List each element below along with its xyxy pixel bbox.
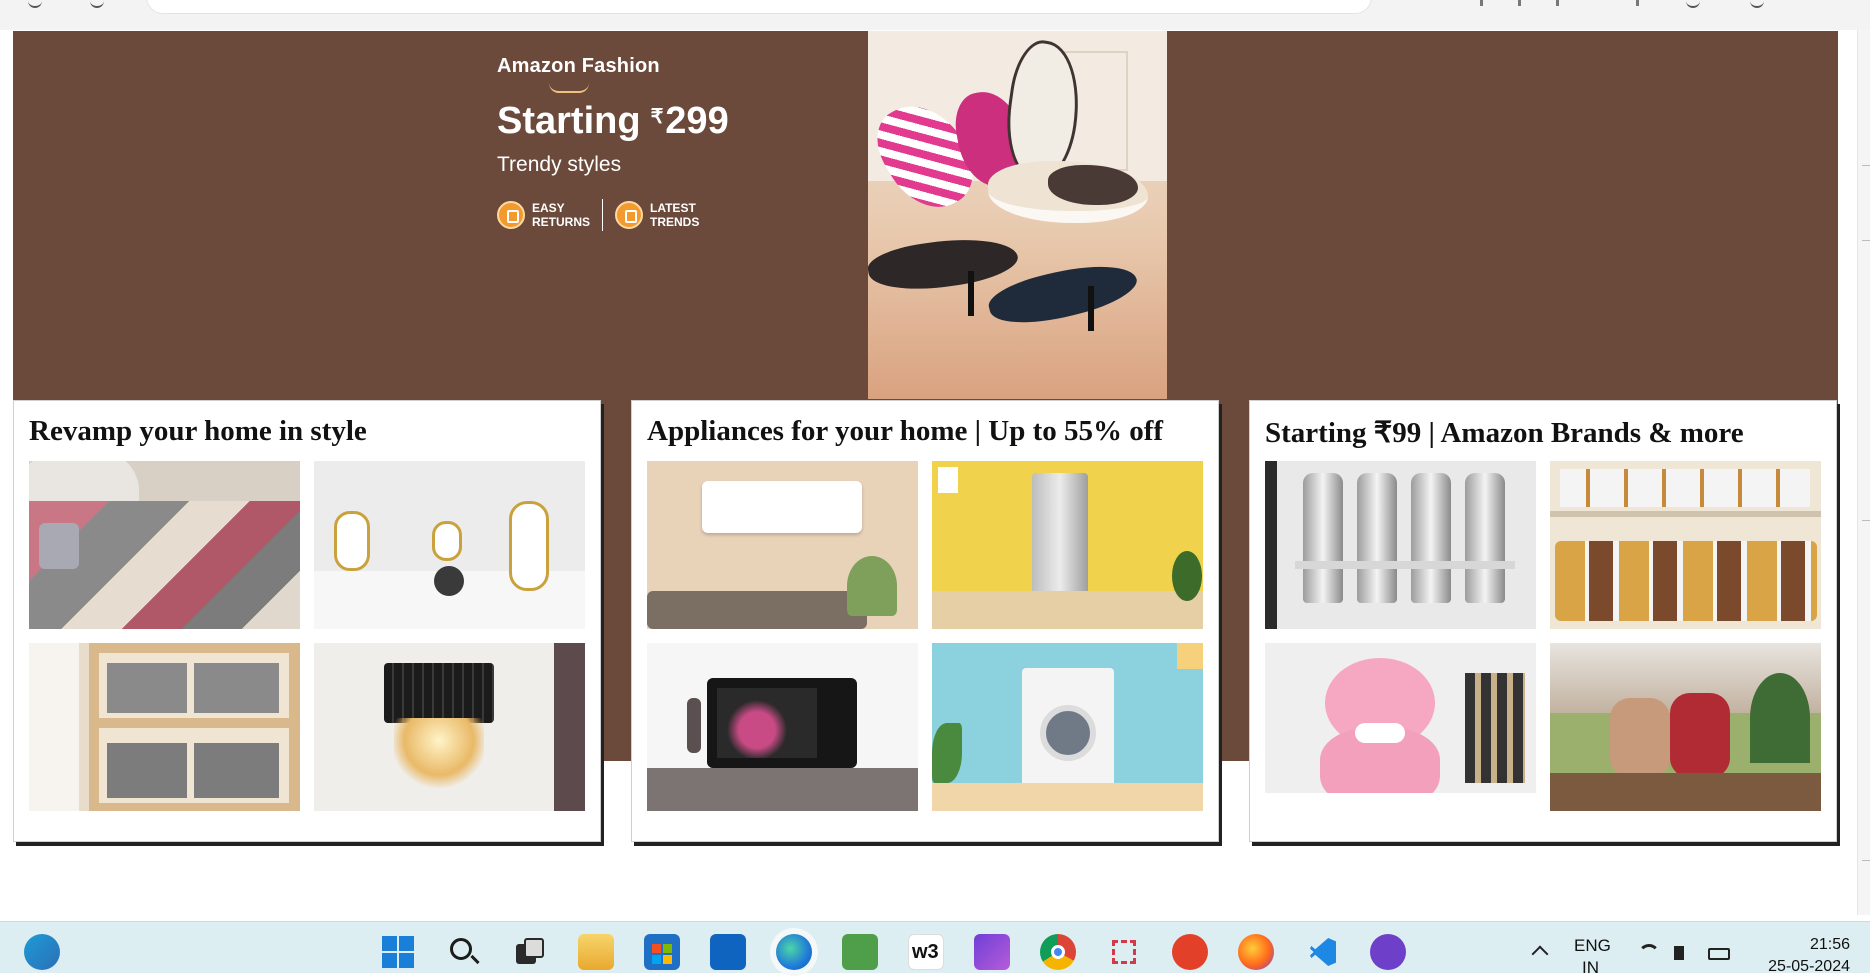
start-icon[interactable] <box>380 934 416 970</box>
task-view-icon[interactable] <box>512 934 548 970</box>
language-indicator[interactable]: ENG <box>1574 936 1611 956</box>
git-icon[interactable] <box>1172 934 1208 970</box>
clock-time[interactable]: 21:56 <box>1760 936 1850 954</box>
card-title: Revamp your home in style <box>29 415 367 447</box>
shoes-product-image <box>868 31 1167 399</box>
extensions-icon[interactable] <box>1480 0 1483 6</box>
washing-machine-tile[interactable] <box>932 643 1203 811</box>
wall-lamp-tile[interactable] <box>314 643 585 811</box>
trends-icon <box>615 201 643 229</box>
amazon-fashion-logo: Amazon Fashion <box>497 55 660 77</box>
headline-price: 299 <box>665 100 729 142</box>
vscode-icon[interactable] <box>1304 934 1340 970</box>
widgets-icon[interactable] <box>24 934 60 970</box>
refresh-icon[interactable] <box>90 0 104 8</box>
volume-icon[interactable] <box>1666 934 1702 970</box>
search-icon[interactable] <box>446 934 482 970</box>
battery-icon[interactable] <box>1702 934 1738 970</box>
air-conditioner-tile[interactable] <box>647 461 918 629</box>
returns-icon <box>497 201 525 229</box>
browser-side-panel <box>1858 30 1870 915</box>
firefox-icon[interactable] <box>1238 934 1274 970</box>
windows-taskbar: w3 ENG IN 21:56 25-05-2024 <box>0 921 1870 977</box>
clipchamp-icon[interactable] <box>974 934 1010 970</box>
copilot-icon[interactable] <box>1750 0 1764 8</box>
file-explorer-icon[interactable] <box>578 934 614 970</box>
notepad-icon[interactable] <box>842 934 878 970</box>
badge-divider <box>602 199 603 231</box>
card-title: Appliances for your home | Up to 55% off <box>647 415 1164 447</box>
easy-returns-badge: EASY RETURNS <box>497 201 590 229</box>
w3-icon[interactable]: w3 <box>908 934 944 970</box>
currency-symbol: ₹ <box>650 106 664 128</box>
w3-icon-label: w3 <box>912 941 939 963</box>
card-title: Starting ₹99 | Amazon Brands & more <box>1265 417 1744 449</box>
amazon-smile-icon <box>549 83 589 93</box>
storage-jars-tile[interactable] <box>1550 461 1821 629</box>
chevron-up-icon[interactable] <box>1522 934 1558 970</box>
wifi-icon[interactable] <box>1630 934 1666 970</box>
collections-icon[interactable] <box>1636 0 1639 6</box>
edge-icon[interactable] <box>776 934 812 970</box>
teddy-bear-tile[interactable] <box>1265 643 1536 811</box>
back-icon[interactable] <box>28 0 42 8</box>
region-indicator[interactable]: IN <box>1582 958 1599 978</box>
toolbar-separator <box>1518 0 1521 6</box>
badge-line: RETURNS <box>532 215 591 229</box>
microwave-tile[interactable] <box>647 643 918 811</box>
store-icon[interactable] <box>644 934 680 970</box>
astronaut-figurines-tile[interactable] <box>314 461 585 629</box>
refrigerator-tile[interactable] <box>932 461 1203 629</box>
appliances-card[interactable]: Appliances for your home | Up to 55% off <box>631 400 1219 842</box>
steel-bottles-tile[interactable] <box>1265 461 1536 629</box>
hero-subline: Trendy styles <box>497 153 622 176</box>
storage-boxes-tile[interactable] <box>29 643 300 811</box>
winter-jackets-tile[interactable] <box>1550 643 1821 811</box>
hero-copy: Amazon Fashion Starting ₹ 299 Trendy sty… <box>497 55 817 231</box>
headline-prefix: Starting <box>497 100 641 142</box>
browser-toolbar <box>0 0 1870 30</box>
outlook-icon[interactable] <box>710 934 746 970</box>
badge-line: EASY <box>532 201 565 215</box>
home-decor-card[interactable]: Revamp your home in style <box>13 400 601 842</box>
rug-tile[interactable] <box>29 461 300 629</box>
hero-headline: Starting ₹ 299 <box>497 100 817 143</box>
badge-line: LATEST <box>650 201 696 215</box>
hero-badges: EASY RETURNS LATEST TRENDS <box>497 199 817 231</box>
latest-trends-badge: LATEST TRENDS <box>615 201 708 229</box>
address-bar[interactable] <box>146 0 1372 14</box>
favorites-bar-icon[interactable] <box>1556 0 1559 6</box>
page-viewport: Amazon Fashion Starting ₹ 299 Trendy sty… <box>0 30 1858 915</box>
amazon-brands-card[interactable]: Starting ₹99 | Amazon Brands & more <box>1249 400 1837 842</box>
tab-actions-icon[interactable] <box>1686 0 1700 8</box>
clock-date[interactable]: 25-05-2024 <box>1740 958 1850 976</box>
snipping-icon[interactable] <box>1106 934 1142 970</box>
badge-line: TRENDS <box>650 215 700 229</box>
github-icon[interactable] <box>1370 934 1406 970</box>
chrome-icon[interactable] <box>1040 934 1076 970</box>
